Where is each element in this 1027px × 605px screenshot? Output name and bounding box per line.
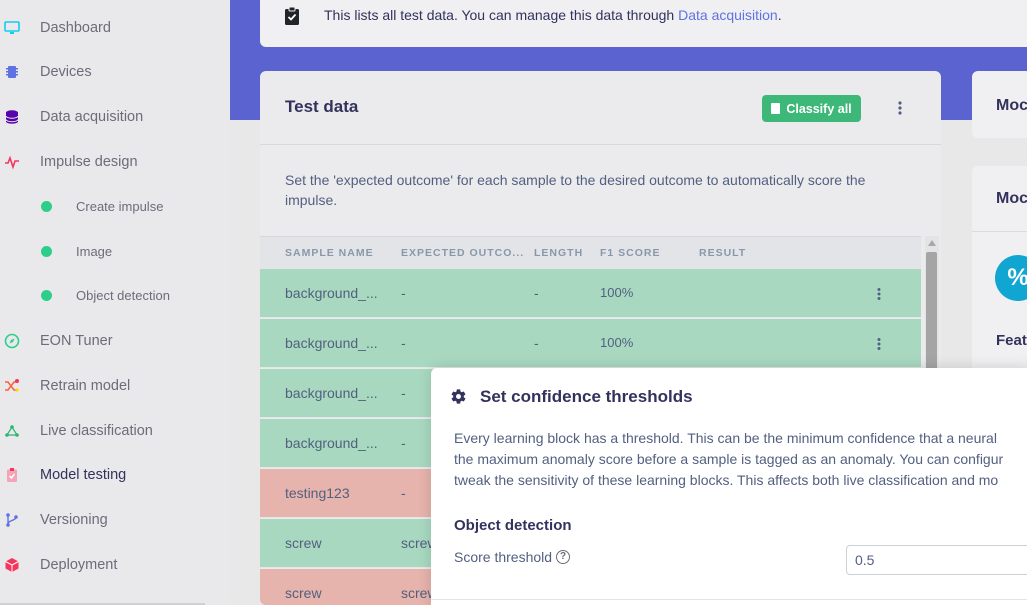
sample-name: background_... [285, 285, 378, 301]
sidebar-item-label: Devices [40, 64, 92, 80]
modal-title: Set confidence thresholds [480, 387, 693, 406]
expected-outcome: - [401, 385, 406, 401]
sidebar-item-label: Live classification [40, 423, 153, 439]
score-threshold-input[interactable] [846, 545, 1027, 575]
sidebar-item-data-acquisition[interactable]: Data acquisition [0, 102, 230, 132]
sidebar-item-create-impulse[interactable]: Create impulse [0, 191, 230, 221]
branch-icon [4, 512, 20, 528]
expected-outcome: - [401, 285, 406, 301]
column-header[interactable]: LENGTH [534, 247, 583, 259]
database-icon [4, 109, 20, 125]
chip-icon [4, 64, 20, 80]
row-menu-icon[interactable] [876, 287, 882, 301]
score-threshold-label: Score threshold ? [454, 549, 571, 565]
compass-icon [4, 333, 20, 349]
shuffle-icon [4, 378, 20, 394]
feature-label: Feat [996, 332, 1027, 349]
expected-outcome: - [401, 335, 406, 351]
status-dot-icon [41, 200, 52, 212]
section-heading: Object detection [454, 517, 572, 534]
sample-name: background_... [285, 435, 378, 451]
divider [260, 144, 941, 145]
sidebar-item-live-classification[interactable]: Live classification [0, 416, 230, 446]
sidebar-item-label: Impulse design [40, 154, 138, 170]
sample-name: testing123 [285, 485, 350, 501]
sidebar-item-label: Image [76, 243, 113, 259]
sample-name: screw [285, 585, 322, 601]
f1-score: 100% [600, 285, 634, 300]
sidebar-item-label: EON Tuner [40, 333, 113, 349]
clipboard-check-icon [4, 467, 20, 483]
model-card: Moc [972, 71, 1027, 138]
sidebar-item-retrain-model[interactable]: Retrain model [0, 371, 230, 401]
column-header[interactable]: RESULT [699, 247, 746, 259]
table-row[interactable]: background_... - - 100% [260, 269, 921, 318]
info-text: This lists all test data. You can manage… [324, 7, 782, 23]
help-icon[interactable]: ? [556, 550, 571, 564]
monitor-icon [4, 20, 20, 36]
gear-icon [450, 388, 467, 405]
length: - [534, 285, 539, 301]
sidebar-item-label: Retrain model [40, 378, 131, 394]
data-acquisition-link[interactable]: Data acquisition [678, 7, 778, 23]
clipboard-icon [771, 103, 781, 114]
clipboard-check-icon [284, 6, 300, 26]
column-header[interactable]: SAMPLE NAME [285, 247, 374, 259]
sidebar: Dashboard Devices Data acquisition Impul… [0, 0, 230, 605]
column-header[interactable]: EXPECTED OUTCO... [401, 247, 524, 259]
sidebar-item-label: Object detection [76, 287, 170, 303]
sidebar-item-eon-tuner[interactable]: EON Tuner [0, 326, 230, 356]
scrollbar-thumb[interactable] [926, 252, 937, 382]
more-options-icon[interactable] [897, 100, 903, 116]
network-icon [4, 423, 20, 439]
sample-name: background_... [285, 335, 378, 351]
card-description: Set the 'expected outcome' for each samp… [285, 172, 866, 208]
sample-name: background_... [285, 385, 378, 401]
length: - [534, 335, 539, 351]
scroll-up-icon[interactable] [928, 240, 936, 246]
sidebar-item-label: Deployment [40, 557, 118, 573]
expected-outcome: - [401, 485, 406, 501]
confidence-thresholds-modal: Set confidence thresholds Every learning… [431, 368, 1027, 605]
classify-all-label: Classify all [786, 101, 852, 116]
sidebar-item-label: Versioning [40, 512, 108, 528]
card-title: Moc [996, 190, 1027, 207]
sidebar-item-model-testing[interactable]: Model testing [0, 460, 230, 490]
sidebar-item-image[interactable]: Image [0, 236, 230, 266]
sample-name: screw [285, 535, 322, 551]
sidebar-item-impulse-design[interactable]: Impulse design [0, 147, 230, 177]
cube-icon [4, 557, 20, 573]
sidebar-item-dashboard[interactable]: Dashboard [0, 13, 230, 43]
sidebar-item-label: Data acquisition [40, 109, 144, 125]
divider [431, 599, 1027, 600]
sidebar-item-label: Dashboard [40, 20, 111, 36]
sidebar-item-label: Model testing [40, 467, 127, 483]
divider [972, 231, 1027, 232]
pulse-icon [4, 154, 20, 170]
sidebar-item-label: Create impulse [76, 198, 164, 214]
f1-score: 100% [600, 335, 634, 350]
table-header: SAMPLE NAME EXPECTED OUTCO... LENGTH F1 … [260, 236, 921, 269]
row-menu-icon[interactable] [876, 337, 882, 351]
info-card: This lists all test data. You can manage… [260, 0, 1027, 47]
card-title: Test data [285, 97, 359, 116]
classify-all-button[interactable]: Classify all [762, 95, 861, 122]
sidebar-item-devices[interactable]: Devices [0, 57, 230, 87]
expected-outcome: - [401, 435, 406, 451]
sidebar-item-versioning[interactable]: Versioning [0, 505, 230, 535]
status-dot-icon [41, 289, 52, 301]
percent-icon: % [995, 255, 1027, 301]
column-header[interactable]: F1 SCORE [600, 247, 661, 259]
table-row[interactable]: background_... - - 100% [260, 319, 921, 368]
card-title: Moc [996, 97, 1027, 114]
sidebar-item-deployment[interactable]: Deployment [0, 550, 230, 580]
status-dot-icon [41, 245, 52, 257]
sidebar-item-object-detection[interactable]: Object detection [0, 280, 230, 310]
modal-description: Every learning block has a threshold. Th… [454, 430, 1004, 488]
